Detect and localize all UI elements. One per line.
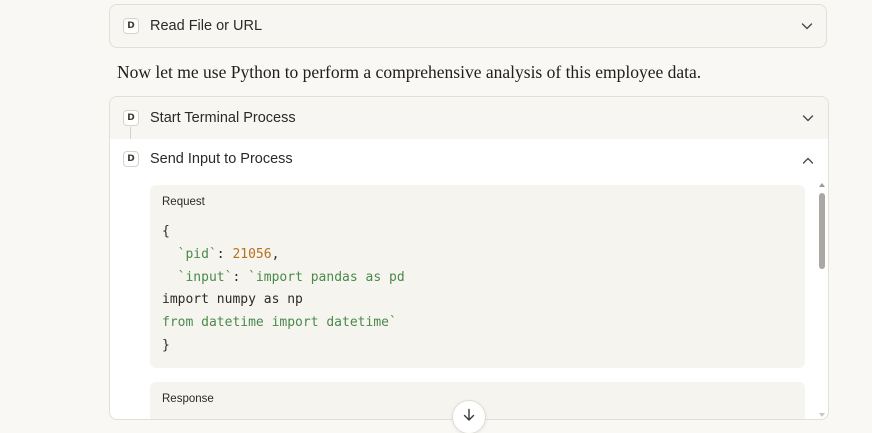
scroll-up-arrow-icon[interactable] <box>819 183 825 187</box>
tool-group-card: D Start Terminal Process D Send Input to… <box>109 96 829 420</box>
scroll-thumb[interactable] <box>819 193 825 269</box>
tool-header-read-file[interactable]: D Read File or URL <box>110 5 826 47</box>
code-input-key: `input` <box>177 269 233 285</box>
tool-header-start-terminal[interactable]: D Start Terminal Process <box>110 97 828 139</box>
request-title: Request <box>162 196 205 208</box>
code-pid-key: `pid` <box>177 246 217 262</box>
code-input-line-1: `import pandas as pd <box>248 269 405 285</box>
chevron-up-icon[interactable] <box>801 154 815 168</box>
code-input-line-2: import numpy as np <box>162 292 303 308</box>
tool-badge: D <box>123 110 139 126</box>
tool-label-start-terminal: Start Terminal Process <box>150 110 296 126</box>
arrow-down-icon <box>461 407 477 428</box>
chat-page: D Read File or URL Now let me use Python… <box>0 0 872 433</box>
chevron-down-icon[interactable] <box>800 19 814 33</box>
request-code: { `pid`: 21056, `input`: `import pandas … <box>162 221 405 358</box>
chevron-down-icon[interactable] <box>801 111 815 125</box>
code-open-brace: { <box>162 224 170 239</box>
tool-header-send-input[interactable]: D Send Input to Process <box>110 139 828 179</box>
code-input-line-3: from datetime import datetime` <box>162 315 397 331</box>
code-colon: : <box>232 269 249 285</box>
code-colon: : <box>216 246 233 262</box>
code-comma: , <box>271 246 280 262</box>
scroll-to-bottom-button[interactable] <box>452 400 486 433</box>
tool-badge: D <box>123 18 139 34</box>
code-pid-value: 21056 <box>232 246 272 262</box>
tool-card-read-file[interactable]: D Read File or URL <box>109 4 827 48</box>
tool-badge: D <box>123 151 139 167</box>
scrollbar[interactable] <box>818 183 826 417</box>
tool-label-send-input: Send Input to Process <box>150 151 293 167</box>
response-title: Response <box>162 393 214 405</box>
tool-label-read-file: Read File or URL <box>150 18 263 34</box>
assistant-message: Now let me use Python to perform a compr… <box>117 62 702 82</box>
request-panel: Request { `pid`: 21056, `input`: `import… <box>150 185 805 368</box>
scroll-down-arrow-icon[interactable] <box>819 413 825 417</box>
code-close-brace: } <box>162 337 170 353</box>
